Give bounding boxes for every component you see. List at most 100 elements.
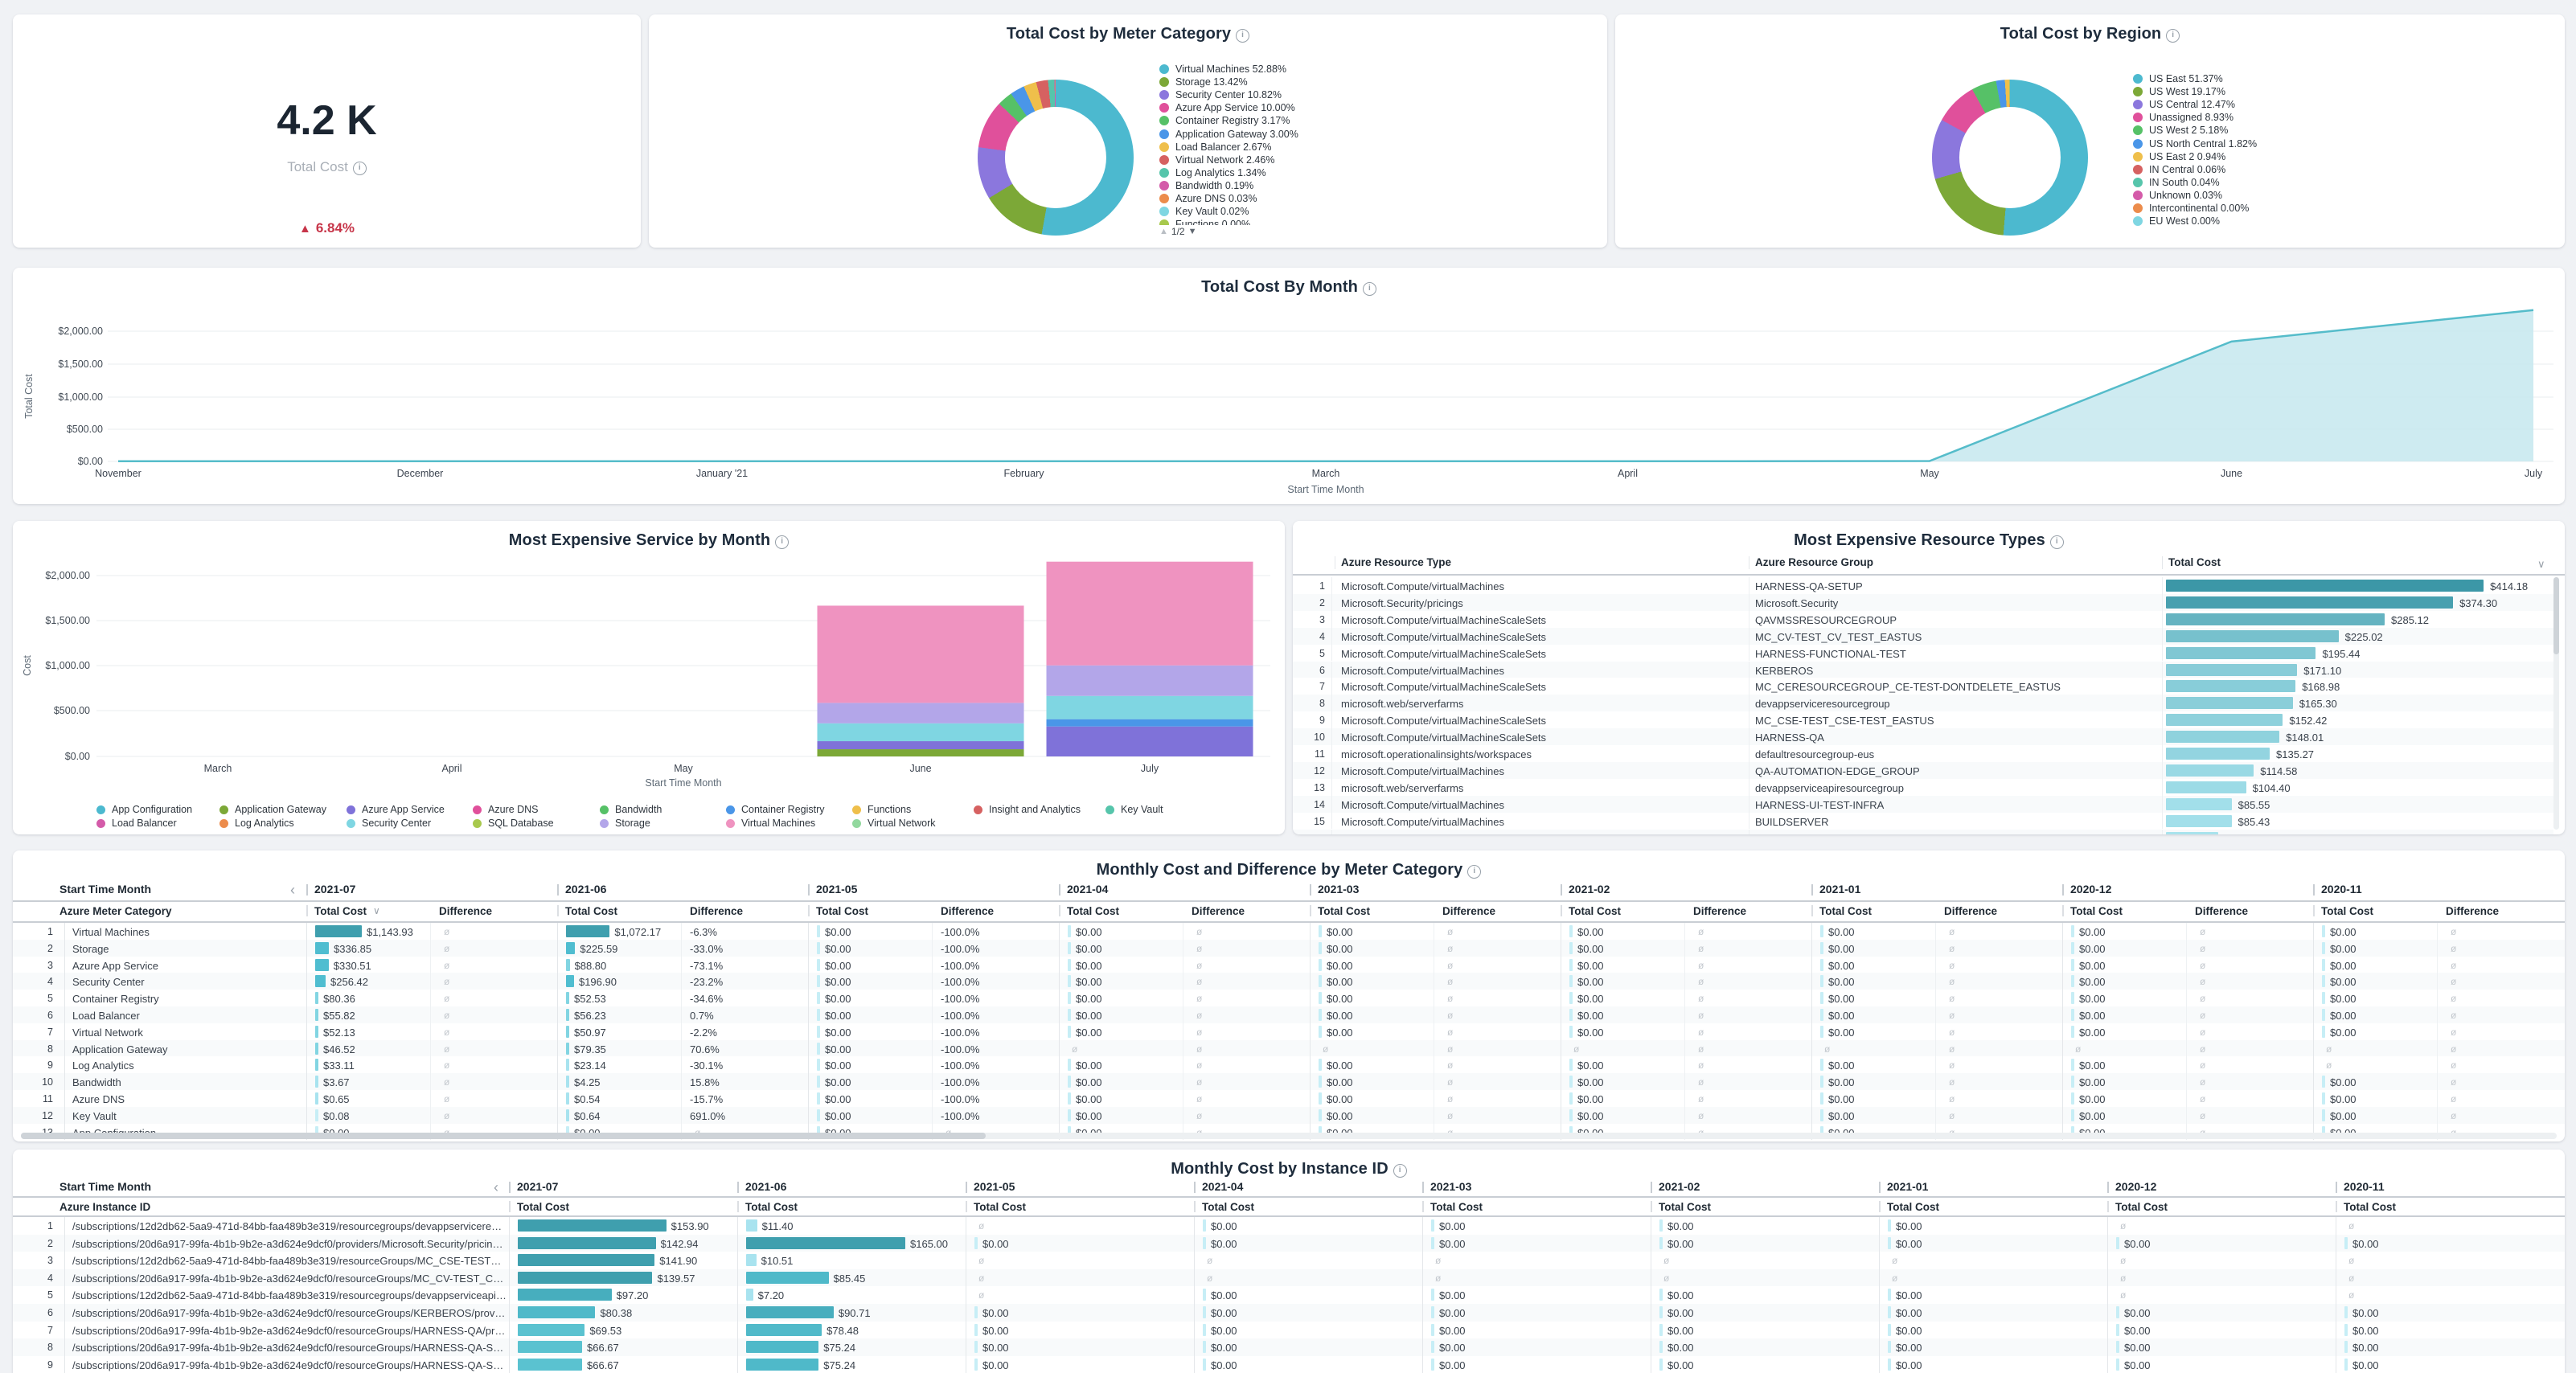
cost-bar[interactable] <box>2071 959 2074 971</box>
pager-down-icon[interactable]: ▼ <box>1188 227 1197 236</box>
resource-type-cell[interactable]: Microsoft.Compute/virtualMachines <box>1341 799 1743 811</box>
resource-group-cell[interactable]: docexample-rg <box>1755 833 2156 835</box>
bar-segment-virtual-machines[interactable] <box>1047 562 1253 666</box>
legend-item[interactable]: Functions <box>852 804 911 815</box>
cost-bar[interactable] <box>566 975 574 987</box>
resource-group-cell[interactable]: devappserviceapiresourcegroup <box>1755 782 2156 794</box>
bar-segment-container-registry[interactable] <box>1047 719 1253 727</box>
cost-bar[interactable] <box>315 1092 318 1105</box>
legend-item[interactable]: EU West 0.00% <box>2133 215 2471 227</box>
cost-bar[interactable] <box>2071 1009 2074 1021</box>
cost-bar[interactable] <box>1888 1289 1891 1301</box>
cost-bar[interactable] <box>1569 942 1573 954</box>
resource-type-cell[interactable]: Microsoft.Compute/virtualMachines <box>1341 580 1743 592</box>
cost-bar[interactable] <box>1319 992 1322 1004</box>
meter-category-cell[interactable]: Security Center <box>72 976 297 988</box>
cost-bar[interactable] <box>566 1026 569 1038</box>
cost-bar[interactable] <box>1068 992 1071 1004</box>
cost-bar[interactable] <box>974 1237 978 1249</box>
bar-segment-application-gateway[interactable] <box>818 749 1024 756</box>
resource-type-cell[interactable]: Microsoft.Compute/virtualMachineScaleSet… <box>1341 648 1743 660</box>
total-cost-header[interactable]: Total Cost <box>745 1201 798 1213</box>
legend-item[interactable]: Virtual Machines 52.88% <box>1159 63 1497 76</box>
legend-item[interactable]: US West 19.17% <box>2133 85 2471 98</box>
cost-bar[interactable] <box>1888 1341 1891 1353</box>
cost-bar[interactable] <box>1319 1059 1322 1071</box>
cost-bar[interactable] <box>1319 959 1322 971</box>
cost-bar[interactable] <box>2166 630 2339 642</box>
total-cost-header[interactable]: Total Cost <box>1819 905 1872 917</box>
cost-bar[interactable] <box>315 992 318 1004</box>
cost-bar[interactable] <box>2116 1237 2119 1249</box>
instance-id-cell[interactable]: /subscriptions/12d2db62-5aa9-471d-84bb-f… <box>72 1289 507 1301</box>
resource-group-cell[interactable]: defaultresourcegroup-eus <box>1755 748 2156 760</box>
cost-bar[interactable] <box>2166 781 2246 793</box>
cost-bar[interactable] <box>1569 1076 1573 1088</box>
cost-bar[interactable] <box>1431 1237 1434 1249</box>
cost-bar[interactable] <box>1203 1341 1206 1353</box>
cost-bar[interactable] <box>817 975 820 987</box>
scrollbar-thumb[interactable] <box>2553 577 2559 654</box>
cost-bar[interactable] <box>2166 714 2283 726</box>
month-header[interactable]: 2021-03 <box>1318 883 1359 896</box>
cost-bar[interactable] <box>1820 1076 1823 1088</box>
cost-bar[interactable] <box>2322 942 2325 954</box>
cost-bar[interactable] <box>974 1359 978 1371</box>
month-header[interactable]: 2021-05 <box>816 883 857 896</box>
cost-bar[interactable] <box>1569 992 1573 1004</box>
cost-bar[interactable] <box>1820 1026 1823 1038</box>
legend-item[interactable]: Log Analytics <box>219 818 294 829</box>
cost-bar[interactable] <box>2166 798 2232 810</box>
total-cost-header[interactable]: Total Cost <box>1430 1201 1483 1213</box>
cost-bar[interactable] <box>2166 731 2279 743</box>
cost-bar[interactable] <box>817 1026 820 1038</box>
column-header[interactable]: Azure Resource Group <box>1755 556 1873 568</box>
meter-category-cell[interactable]: Key Vault <box>72 1110 297 1122</box>
cost-bar[interactable] <box>1659 1289 1663 1301</box>
cost-bar[interactable] <box>315 1043 318 1055</box>
cost-bar[interactable] <box>1569 959 1573 971</box>
legend-item[interactable]: Security Center <box>347 818 431 829</box>
cost-bar[interactable] <box>1068 925 1071 937</box>
cost-bar[interactable] <box>2071 1059 2074 1071</box>
cost-bar[interactable] <box>1820 1092 1823 1105</box>
meter-category-cell[interactable]: Application Gateway <box>72 1043 297 1055</box>
cost-bar[interactable] <box>1068 1109 1071 1121</box>
scroll-left-chevron-icon[interactable]: ‹ <box>290 884 295 896</box>
cost-bar[interactable] <box>2116 1306 2119 1318</box>
cost-bar[interactable] <box>2322 992 2325 1004</box>
cost-bar[interactable] <box>817 925 820 937</box>
cost-bar[interactable] <box>2166 613 2385 625</box>
cost-bar[interactable] <box>746 1341 818 1353</box>
month-header[interactable]: 2021-04 <box>1202 1180 1243 1193</box>
cost-bar[interactable] <box>1820 942 1823 954</box>
difference-header[interactable]: Difference <box>1442 905 1495 917</box>
cost-bar[interactable] <box>1569 1026 1573 1038</box>
cost-bar[interactable] <box>817 992 820 1004</box>
instance-id-cell[interactable]: /subscriptions/20d6a917-99fa-4b1b-9b2e-a… <box>72 1325 507 1337</box>
bar-segment-security-center[interactable] <box>818 723 1024 741</box>
cost-bar[interactable] <box>1068 1076 1071 1088</box>
cost-bar[interactable] <box>1068 975 1071 987</box>
month-header[interactable]: 2020-12 <box>2115 1180 2156 1193</box>
legend-item[interactable]: App Configuration <box>96 804 192 815</box>
cost-bar[interactable] <box>1319 1026 1322 1038</box>
legend-item[interactable]: US North Central 1.82% <box>2133 137 2471 150</box>
cost-bar[interactable] <box>1659 1341 1663 1353</box>
cost-bar[interactable] <box>746 1359 818 1371</box>
cost-bar[interactable] <box>746 1306 834 1318</box>
bar-segment-azure-app-service[interactable] <box>1047 727 1253 756</box>
resource-group-cell[interactable]: MC_CERESOURCEGROUP_CE-TEST-DONTDELETE_EA… <box>1755 681 2156 693</box>
cost-bar[interactable] <box>746 1272 829 1284</box>
resource-type-cell[interactable]: Microsoft.Compute/virtualMachineScaleSet… <box>1341 715 1743 727</box>
total-cost-header[interactable]: Total Cost <box>565 905 617 917</box>
meter-category-cell[interactable]: Bandwidth <box>72 1076 297 1088</box>
cost-bar[interactable] <box>974 1306 978 1318</box>
column-header[interactable]: Total Cost <box>2168 556 2221 568</box>
difference-header[interactable]: Difference <box>439 905 492 917</box>
cost-bar[interactable] <box>315 942 329 954</box>
legend-item[interactable]: Storage <box>600 818 650 829</box>
difference-header[interactable]: Difference <box>1693 905 1746 917</box>
bar-segment-storage[interactable] <box>1047 666 1253 696</box>
cost-bar[interactable] <box>566 1043 569 1055</box>
